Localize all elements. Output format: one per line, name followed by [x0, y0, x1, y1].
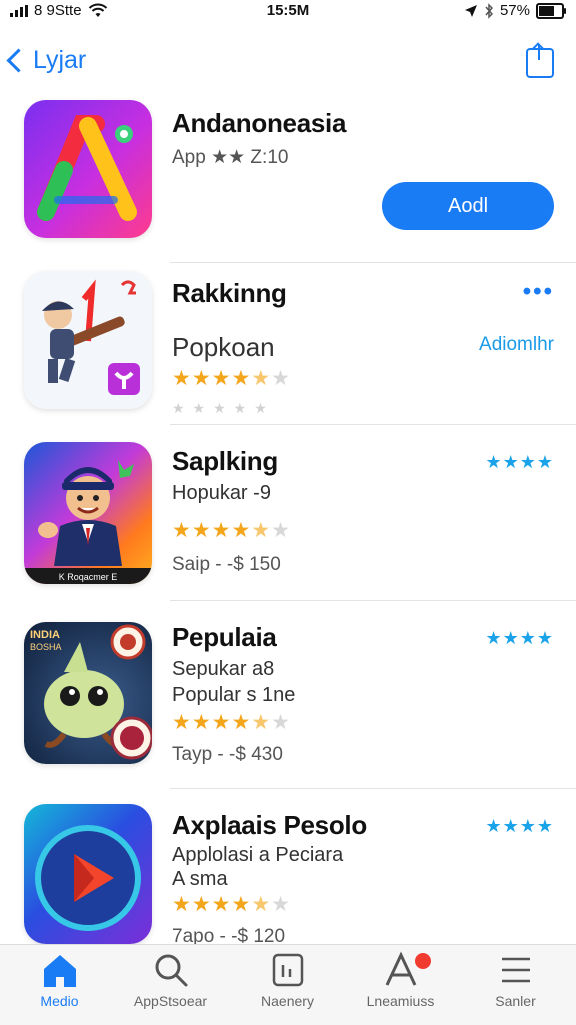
- stars-half: ★: [251, 367, 272, 390]
- star-rating: ★★★★★★: [172, 710, 291, 735]
- alien-bird-icon: INDIA BOSHA: [30, 624, 152, 760]
- tab-lneamiuss[interactable]: Lneamiuss: [343, 951, 458, 1009]
- app-row-4[interactable]: INDIA BOSHA Pepulaia ★★★★ Sepukar a8 Pop…: [0, 600, 576, 788]
- app-title: Saplking: [172, 446, 278, 476]
- app-title: Rakkinng: [172, 278, 287, 308]
- more-options-icon[interactable]: •••: [523, 278, 554, 306]
- stars-on: ★★★★: [172, 519, 252, 542]
- app-category: Popkoan: [172, 332, 275, 362]
- app-row-5[interactable]: Axplaais Pesolo ★★★★ Applolasi a Peciara…: [0, 788, 576, 947]
- star-rating: ★★★★★★: [172, 518, 291, 543]
- app-row-3[interactable]: K Roqacmer E Saplking ★★★★ Hopukar -9 ★★…: [0, 424, 576, 600]
- star-rating: ★★★★★★: [172, 892, 291, 917]
- side-stars: ★★★★: [485, 628, 554, 648]
- app-icon-4[interactable]: INDIA BOSHA: [24, 622, 152, 764]
- play-icon: [35, 825, 141, 931]
- stars-off: ★: [271, 367, 291, 390]
- app-category: Sepukar a8: [172, 658, 275, 680]
- get-button[interactable]: Aodl: [382, 182, 554, 230]
- stars-on: ★★★★: [172, 367, 252, 390]
- app-icon-3[interactable]: K Roqacmer E: [24, 442, 152, 584]
- app-title: Pepulaia: [172, 622, 277, 652]
- side-link[interactable]: Adiomlhr: [479, 334, 554, 356]
- stars-half: ★: [251, 519, 272, 542]
- side-stars: ★★★★: [485, 452, 554, 472]
- app-row-2[interactable]: Rakkinng ••• Popkoan Adiomlhr ★★★★★★ ★★★…: [0, 262, 576, 424]
- star-rating: ★★★★★★: [172, 366, 291, 391]
- app-icon-1[interactable]: [24, 100, 152, 238]
- app-icon-2[interactable]: [24, 271, 152, 409]
- app-icon-5[interactable]: [24, 804, 152, 944]
- stars-on: ★★★★: [172, 893, 252, 916]
- tab-label: Medio: [40, 993, 79, 1009]
- tab-label: AppStsoear: [133, 993, 208, 1009]
- menu-icon: [501, 957, 530, 983]
- tab-sanler[interactable]: Sanler: [458, 951, 573, 1009]
- faint-stars: ★★★★★: [172, 400, 275, 416]
- stars-off: ★: [271, 519, 291, 542]
- cartoon-man-icon: K Roqacmer E: [24, 460, 152, 584]
- tab-appstore[interactable]: AppStsoear: [113, 951, 228, 1009]
- stars-half: ★: [251, 711, 272, 734]
- news-icon: [272, 953, 303, 987]
- tab-label: Sanler: [495, 993, 536, 1009]
- notification-badge: [415, 953, 431, 969]
- app-title: Axplaais Pesolo: [172, 810, 367, 840]
- svg-text:BOSHA: BOSHA: [30, 642, 62, 652]
- tab-naenery[interactable]: Naenery: [230, 951, 345, 1009]
- tab-label: Naenery: [261, 993, 314, 1009]
- tab-label: Lneamiuss: [366, 993, 435, 1009]
- stars-on: ★★★★: [172, 711, 252, 734]
- tab-bar: Medio AppStsoear Naenery Lneamiuss Sanle…: [0, 944, 576, 1025]
- app-price: Saip - -$ 150: [172, 554, 281, 575]
- app-row-1[interactable]: Andanoneasia App ★★ Z:10 Aodl: [0, 0, 576, 262]
- app-category: Hopukar -9: [172, 482, 271, 504]
- search-icon: [155, 954, 187, 987]
- app-subtitle: A sma: [172, 868, 228, 890]
- guitar-kid-icon: [42, 279, 140, 395]
- svg-text:INDIA: INDIA: [30, 629, 60, 641]
- home-icon: [43, 955, 76, 987]
- stars-off: ★: [271, 711, 291, 734]
- apps-icon: [385, 951, 416, 986]
- app-subtitle: Popular s 1ne: [172, 684, 296, 706]
- app-category: Applolasi a Peciara: [172, 844, 344, 866]
- stars-off: ★: [271, 893, 291, 916]
- stars-half: ★: [251, 893, 272, 916]
- app-price: Tayp - -$ 430: [172, 744, 283, 765]
- app-rating-text: App ★★ Z:10: [172, 147, 289, 168]
- icon-banner-text: K Roqacmer E: [59, 572, 118, 582]
- tab-medio[interactable]: Medio: [2, 951, 117, 1009]
- letter-a-logo-icon: [37, 115, 137, 221]
- app-title: Andanoneasia: [172, 108, 347, 138]
- side-stars: ★★★★: [485, 816, 554, 836]
